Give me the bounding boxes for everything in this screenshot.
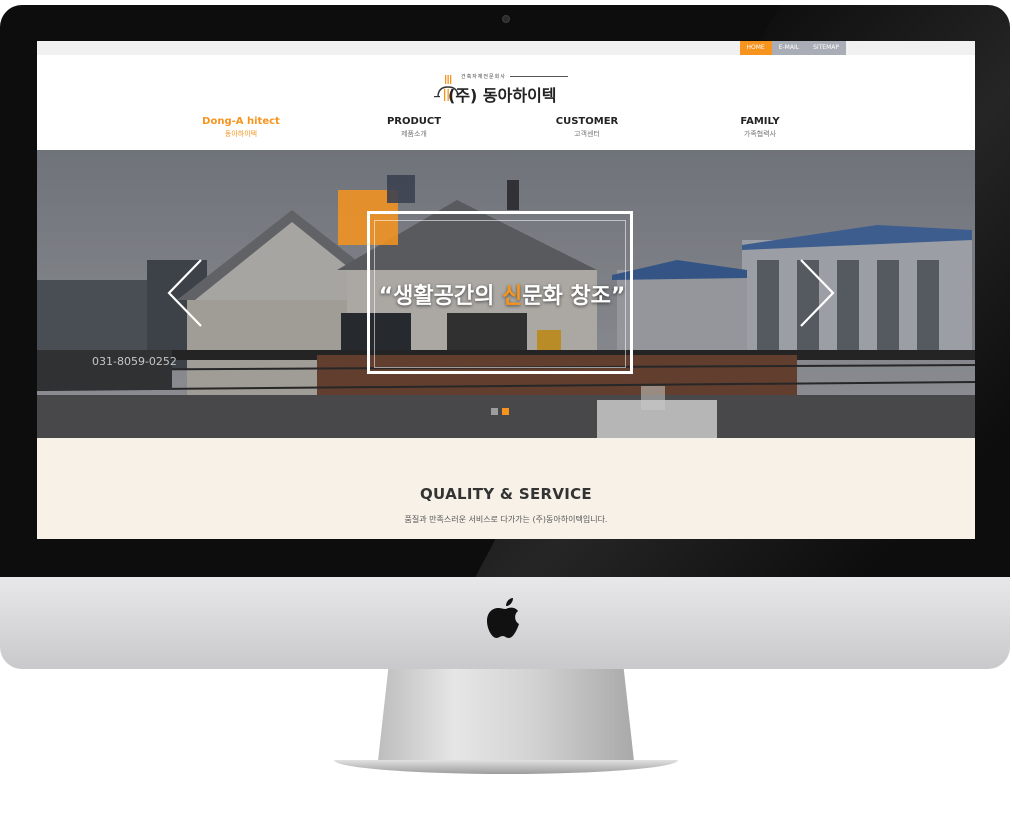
- utility-links: HOME E-MAIL SITEMAP: [739, 41, 846, 55]
- apple-logo-icon: [487, 598, 519, 638]
- logo-company-name: (주) 동아하이텍: [448, 86, 557, 105]
- nav-label-en: CUSTOMER: [555, 116, 619, 127]
- slide-dot-1[interactable]: [491, 408, 498, 415]
- nav-label-en: Dong-A hitect: [202, 116, 280, 127]
- home-link[interactable]: HOME: [739, 41, 772, 55]
- monitor-stand-base: [334, 760, 678, 774]
- nav-item-product[interactable]: PRODUCT 제품소개: [344, 115, 484, 139]
- monitor-stand: [378, 669, 634, 761]
- browser-screen: HOME E-MAIL SITEMAP 건축자재전문회사 (주) 동아하이텍 D…: [37, 41, 975, 539]
- nav-label-en: FAMILY: [740, 116, 780, 127]
- top-utility-bar: HOME E-MAIL SITEMAP: [37, 41, 975, 55]
- nav-item-dong-a-hitect[interactable]: Dong-A hitect 동아하이텍: [171, 115, 311, 139]
- sitemap-link[interactable]: SITEMAP: [806, 41, 846, 55]
- hero-slider: 031-8059-0252 “생활공간의 신문화 창조”: [37, 150, 975, 438]
- hero-headline: “생활공간의 신문화 창조”: [337, 278, 667, 310]
- hero-headline-prefix: “생활공간의: [378, 284, 502, 309]
- camera-icon: [502, 15, 510, 23]
- nav-label-ko: 고객센터: [574, 130, 600, 138]
- hero-headline-suffix: 문화 창조”: [522, 284, 626, 309]
- slider-pagination: [491, 408, 509, 415]
- nav-item-family[interactable]: FAMILY 가족협력사: [690, 115, 830, 139]
- chevron-right-icon[interactable]: [797, 258, 837, 328]
- logo-subtitle: 건축자재전문회사: [461, 74, 506, 80]
- decorative-square-grey: [641, 386, 665, 410]
- quality-subtitle: 품질과 만족스러운 서비스로 다가가는 (주)동아하이텍입니다.: [404, 515, 608, 524]
- slide-dot-2[interactable]: [502, 408, 509, 415]
- nav-label-ko: 제품소개: [401, 130, 427, 138]
- site-logo[interactable]: 건축자재전문회사 (주) 동아하이텍: [432, 71, 582, 105]
- quality-title: QUALITY & SERVICE: [420, 485, 592, 503]
- quality-section: QUALITY & SERVICE 품질과 만족스러운 서비스로 다가가는 (주…: [37, 438, 975, 539]
- nav-label-ko: 동아하이텍: [224, 130, 258, 138]
- hero-headline-highlight: 신: [501, 284, 523, 309]
- nav-label-ko: 가족협력사: [743, 130, 777, 138]
- nav-label-en: PRODUCT: [386, 116, 442, 127]
- nav-item-customer[interactable]: CUSTOMER 고객센터: [517, 115, 657, 139]
- logo-divider: [510, 76, 568, 77]
- main-navigation: Dong-A hitect 동아하이텍 PRODUCT 제품소개 CUSTOME…: [37, 115, 975, 151]
- chevron-left-icon[interactable]: [165, 258, 205, 328]
- decorative-square-dark: [387, 175, 415, 203]
- email-link[interactable]: E-MAIL: [771, 41, 807, 55]
